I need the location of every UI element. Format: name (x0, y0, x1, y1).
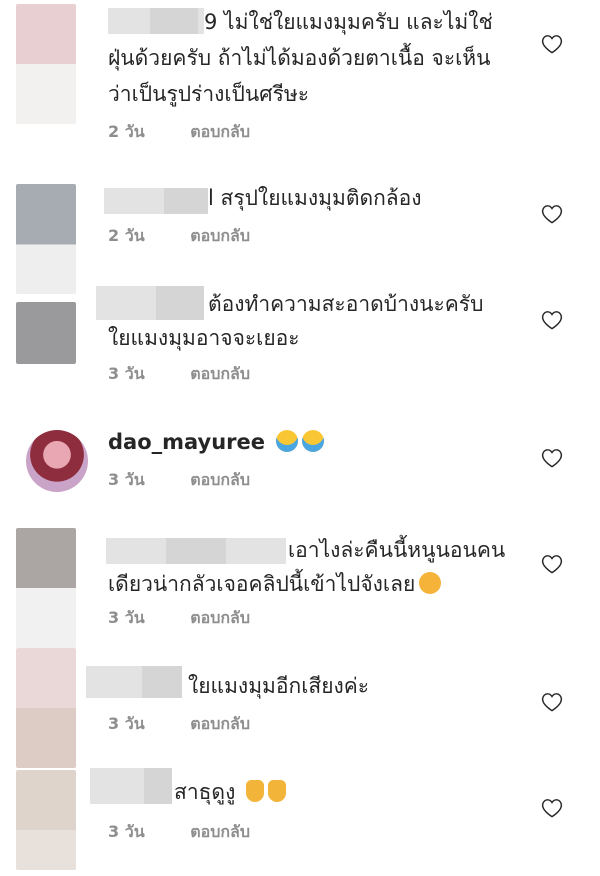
comment-text: ใยแมงมุมอาจจะเยอะ (108, 326, 300, 350)
crying-face-icon (419, 572, 442, 594)
redacted-username (144, 768, 172, 804)
redacted-username (156, 286, 204, 320)
reply-button[interactable]: ตอบกลับ (190, 226, 250, 245)
comment-text: เดียวน่ากลัวเจอคลิปนี้เข้าไปจังเลย (108, 568, 442, 600)
comment-item: dao_mayuree 3 วัน ตอบกลับ (0, 410, 600, 510)
comment-text: ว่าเป็นรูปร่างเป็นศรีษะ (108, 82, 309, 106)
comment-username[interactable]: dao_mayuree (108, 430, 265, 454)
comment-text: dao_mayuree (108, 426, 324, 458)
redacted-username (96, 286, 156, 320)
comment-meta: 2 วัน ตอบกลับ (108, 224, 250, 249)
comment-time: 3 วัน (108, 608, 145, 627)
comment-time: 2 วัน (108, 226, 145, 245)
comment-text: เอาไงล่ะคืนนี้หนูนอนคน (288, 538, 506, 562)
heart-icon[interactable] (541, 448, 563, 468)
avatar[interactable] (16, 302, 76, 364)
comment-text-line: เดียวน่ากลัวเจอคลิปนี้เข้าไปจังเลย (108, 572, 416, 596)
comment-text: l สรุปใยแมงมุมติดกล้อง (208, 186, 422, 210)
face-screaming-in-fear-icon (275, 430, 298, 452)
reply-button[interactable]: ตอบกลับ (190, 122, 250, 141)
comment-time: 3 วัน (108, 822, 145, 841)
comment-item: 9 ไม่ใช่ใยแมงมุมครับ และไม่ใช่ ฝุ่นด้วยค… (0, 0, 600, 170)
heart-icon[interactable] (541, 798, 563, 818)
comment-meta: 3 วัน ตอบกลับ (108, 362, 250, 387)
folded-hands-icon (268, 780, 287, 802)
comment-text: ต้องทำความสะอาดบ้างนะครับ (208, 292, 484, 316)
comment-text: สาธุดูงู (174, 776, 287, 808)
comment-meta: 3 วัน ตอบกลับ (108, 468, 250, 493)
redacted-username (166, 538, 226, 564)
heart-icon[interactable] (541, 310, 563, 330)
comment-time: 2 วัน (108, 122, 145, 141)
redacted-username (142, 666, 182, 698)
redacted-username (226, 538, 286, 564)
reply-button[interactable]: ตอบกลับ (190, 714, 250, 733)
comment-time: 3 วัน (108, 714, 145, 733)
heart-icon[interactable] (541, 692, 563, 712)
reply-button[interactable]: ตอบกลับ (190, 608, 250, 627)
comment-meta: 2 วัน ตอบกลับ (108, 120, 250, 145)
reply-button[interactable]: ตอบกลับ (190, 364, 250, 383)
heart-icon[interactable] (541, 204, 563, 224)
redacted-username (106, 538, 166, 564)
reply-button[interactable]: ตอบกลับ (190, 822, 250, 841)
heart-icon[interactable] (541, 34, 563, 54)
comment-text-line: สาธุดูงู (174, 780, 236, 804)
comment-text: 9 ไม่ใช่ใยแมงมุมครับ และไม่ใช่ (204, 10, 493, 34)
avatar[interactable] (26, 430, 88, 492)
avatar[interactable] (16, 528, 76, 648)
comment-text: ฝุ่นด้วยครับ ถ้าไม่ได้มองด้วยตาเนื้อ จะเ… (108, 46, 491, 70)
comment-item: เอาไงล่ะคืนนี้หนูนอนคน เดียวน่ากลัวเจอคล… (0, 510, 600, 648)
comment-meta: 3 วัน ตอบกลับ (108, 712, 250, 737)
avatar[interactable] (16, 184, 76, 294)
comment-item: สาธุดูงู 3 วัน ตอบกลับ (0, 750, 600, 876)
comment-meta: 3 วัน ตอบกลับ (108, 820, 250, 845)
folded-hands-icon (246, 780, 265, 802)
face-screaming-in-fear-icon (301, 430, 324, 452)
redacted-username (104, 188, 164, 214)
redacted-username (150, 8, 198, 34)
comment-item: l สรุปใยแมงมุมติดกล้อง 2 วัน ตอบกลับ (0, 170, 600, 294)
comment-text: ใยแมงมุมอีกเสียงค่ะ (188, 674, 370, 698)
reply-button[interactable]: ตอบกลับ (190, 470, 250, 489)
comment-time: 3 วัน (108, 364, 145, 383)
comment-meta: 3 วัน ตอบกลับ (108, 606, 250, 631)
heart-icon[interactable] (541, 554, 563, 574)
comment-item: ใยแมงมุมอีกเสียงค่ะ 3 วัน ตอบกลับ (0, 640, 600, 768)
redacted-username (86, 666, 142, 698)
avatar[interactable] (16, 770, 76, 870)
redacted-username (90, 768, 144, 804)
comment-time: 3 วัน (108, 470, 145, 489)
comment-item: ต้องทำความสะอาดบ้างนะครับ ใยแมงมุมอาจจะเ… (0, 280, 600, 410)
redacted-username (164, 188, 208, 214)
avatar[interactable] (16, 4, 76, 124)
